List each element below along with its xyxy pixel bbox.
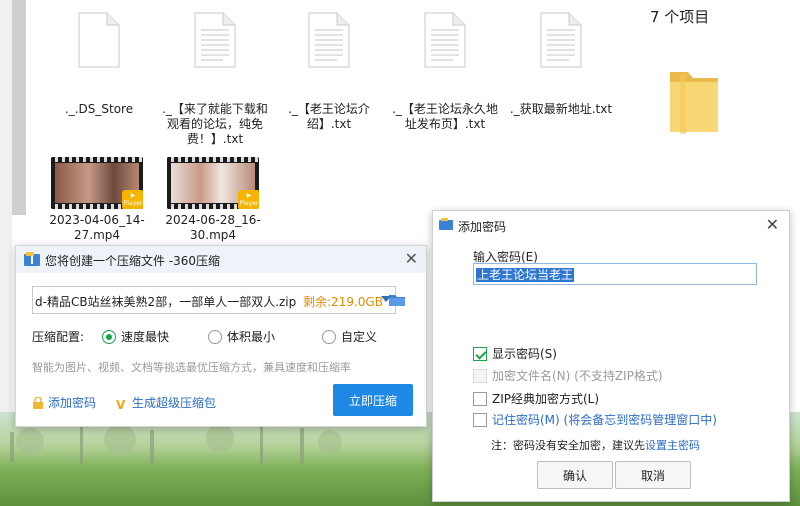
document-icon <box>77 12 121 68</box>
dialog-titlebar[interactable]: 您将创建一个压缩文件 -360压缩 ✕ <box>16 246 426 273</box>
zip-classic-encryption-checkbox[interactable]: ZIP经典加密方式(L) <box>473 390 599 407</box>
archive-app-icon <box>439 218 453 230</box>
dialog-title: 您将创建一个压缩文件 -360压缩 <box>45 254 221 268</box>
show-password-checkbox[interactable]: 显示密码(S) <box>473 345 557 362</box>
file-name: ._【来了就能下载和观看的论坛，纯免费！】.txt <box>162 102 268 146</box>
archive-path: d-精品CB站丝袜美熟2部，一部单人一部双人.zip <box>35 295 297 309</box>
text-document-icon <box>307 12 351 68</box>
scrollbar[interactable] <box>12 0 26 215</box>
player-icon: ▶ Player <box>238 190 259 209</box>
file-name: ._【老王论坛介绍】.txt <box>288 102 370 131</box>
radio-custom[interactable]: 自定义 <box>322 328 377 345</box>
password-input[interactable]: 上老王论坛当老王 <box>473 263 757 285</box>
set-master-password-link[interactable]: 设置主密码 <box>645 439 700 452</box>
file-name: ._【老王论坛永久地址发布页】.txt <box>392 102 498 131</box>
file-item[interactable]: ._获取最新地址.txt <box>506 12 616 117</box>
password-value: 上老王论坛当老王 <box>476 268 575 282</box>
file-item[interactable]: ._.DS_Store <box>44 12 154 117</box>
checkbox-icon <box>473 413 487 427</box>
browse-folder-icon[interactable] <box>388 293 406 307</box>
text-document-icon <box>193 12 237 68</box>
video-thumbnail: ▶ Player <box>167 157 259 209</box>
create-archive-dialog: 您将创建一个压缩文件 -360压缩 ✕ d-精品CB站丝袜美熟2部，一部单人一部… <box>15 245 427 427</box>
text-document-icon <box>539 12 583 68</box>
archive-path-field[interactable]: d-精品CB站丝袜美熟2部，一部单人一部双人.zip 剩余:219.0GB <box>32 286 396 314</box>
radio-fastest[interactable]: 速度最快 <box>102 328 169 345</box>
text-document-icon <box>423 12 467 68</box>
file-name: ._获取最新地址.txt <box>509 102 613 116</box>
item-count: 7 个项目 <box>650 8 710 26</box>
player-icon: ▶ Player <box>122 190 143 209</box>
security-note: 注：密码没有安全加密，建议先设置主密码 <box>491 439 700 452</box>
checkbox-checked-icon <box>473 347 487 361</box>
super-package-link[interactable]: V 生成超级压缩包 <box>116 394 216 412</box>
compress-now-button[interactable]: 立即压缩 <box>333 384 413 416</box>
v-badge-icon: V <box>116 398 126 412</box>
folder-icon <box>666 66 722 136</box>
video-thumbnail: ▶ Player <box>51 157 143 209</box>
file-name: ._.DS_Store <box>64 102 134 116</box>
ok-button[interactable]: 确认 <box>537 461 613 489</box>
add-password-dialog: 添加密码 ✕ 输入密码(E) 上老王论坛当老王 显示密码(S) 加密文件名(N)… <box>432 210 790 502</box>
close-icon[interactable]: ✕ <box>405 249 418 268</box>
close-icon[interactable]: ✕ <box>766 215 779 234</box>
file-name: 2023-04-06_14-27.mp4 <box>49 213 145 242</box>
cancel-button[interactable]: 取消 <box>615 461 691 489</box>
video-file-item[interactable]: ▶ Player 2024-06-28_16-30.mp4 <box>158 157 268 243</box>
radio-selected-icon <box>102 330 116 344</box>
compression-config-label: 压缩配置: <box>32 330 85 344</box>
lock-icon <box>32 396 44 409</box>
remember-password-checkbox[interactable]: 记住密码(M) (将会备忘到密码管理窗口中) <box>473 411 717 428</box>
checkbox-icon <box>473 369 487 383</box>
dialog-title: 添加密码 <box>458 220 507 234</box>
checkbox-icon <box>473 392 487 406</box>
compression-hint: 智能为图片、视频、文档等挑选最优压缩方式，兼具速度和压缩率 <box>32 361 351 374</box>
file-item[interactable]: ._【来了就能下载和观看的论坛，纯免费！】.txt <box>160 12 270 147</box>
radio-icon <box>208 330 222 344</box>
file-item[interactable]: ._【老王论坛永久地址发布页】.txt <box>390 12 500 132</box>
file-name: 2024-06-28_16-30.mp4 <box>165 213 261 242</box>
video-file-item[interactable]: ▶ Player 2023-04-06_14-27.mp4 <box>42 157 152 243</box>
radio-icon <box>322 330 336 344</box>
add-password-link[interactable]: 添加密码 <box>32 394 96 411</box>
encrypt-filename-checkbox: 加密文件名(N) (不支持ZIP格式) <box>473 367 663 384</box>
dialog-titlebar[interactable]: 添加密码 ✕ <box>433 211 789 239</box>
file-item[interactable]: ._【老王论坛介绍】.txt <box>274 12 384 132</box>
remaining-space: 剩余:219.0GB <box>303 295 383 309</box>
archive-app-icon <box>24 252 40 266</box>
radio-smallest[interactable]: 体积最小 <box>208 328 275 345</box>
